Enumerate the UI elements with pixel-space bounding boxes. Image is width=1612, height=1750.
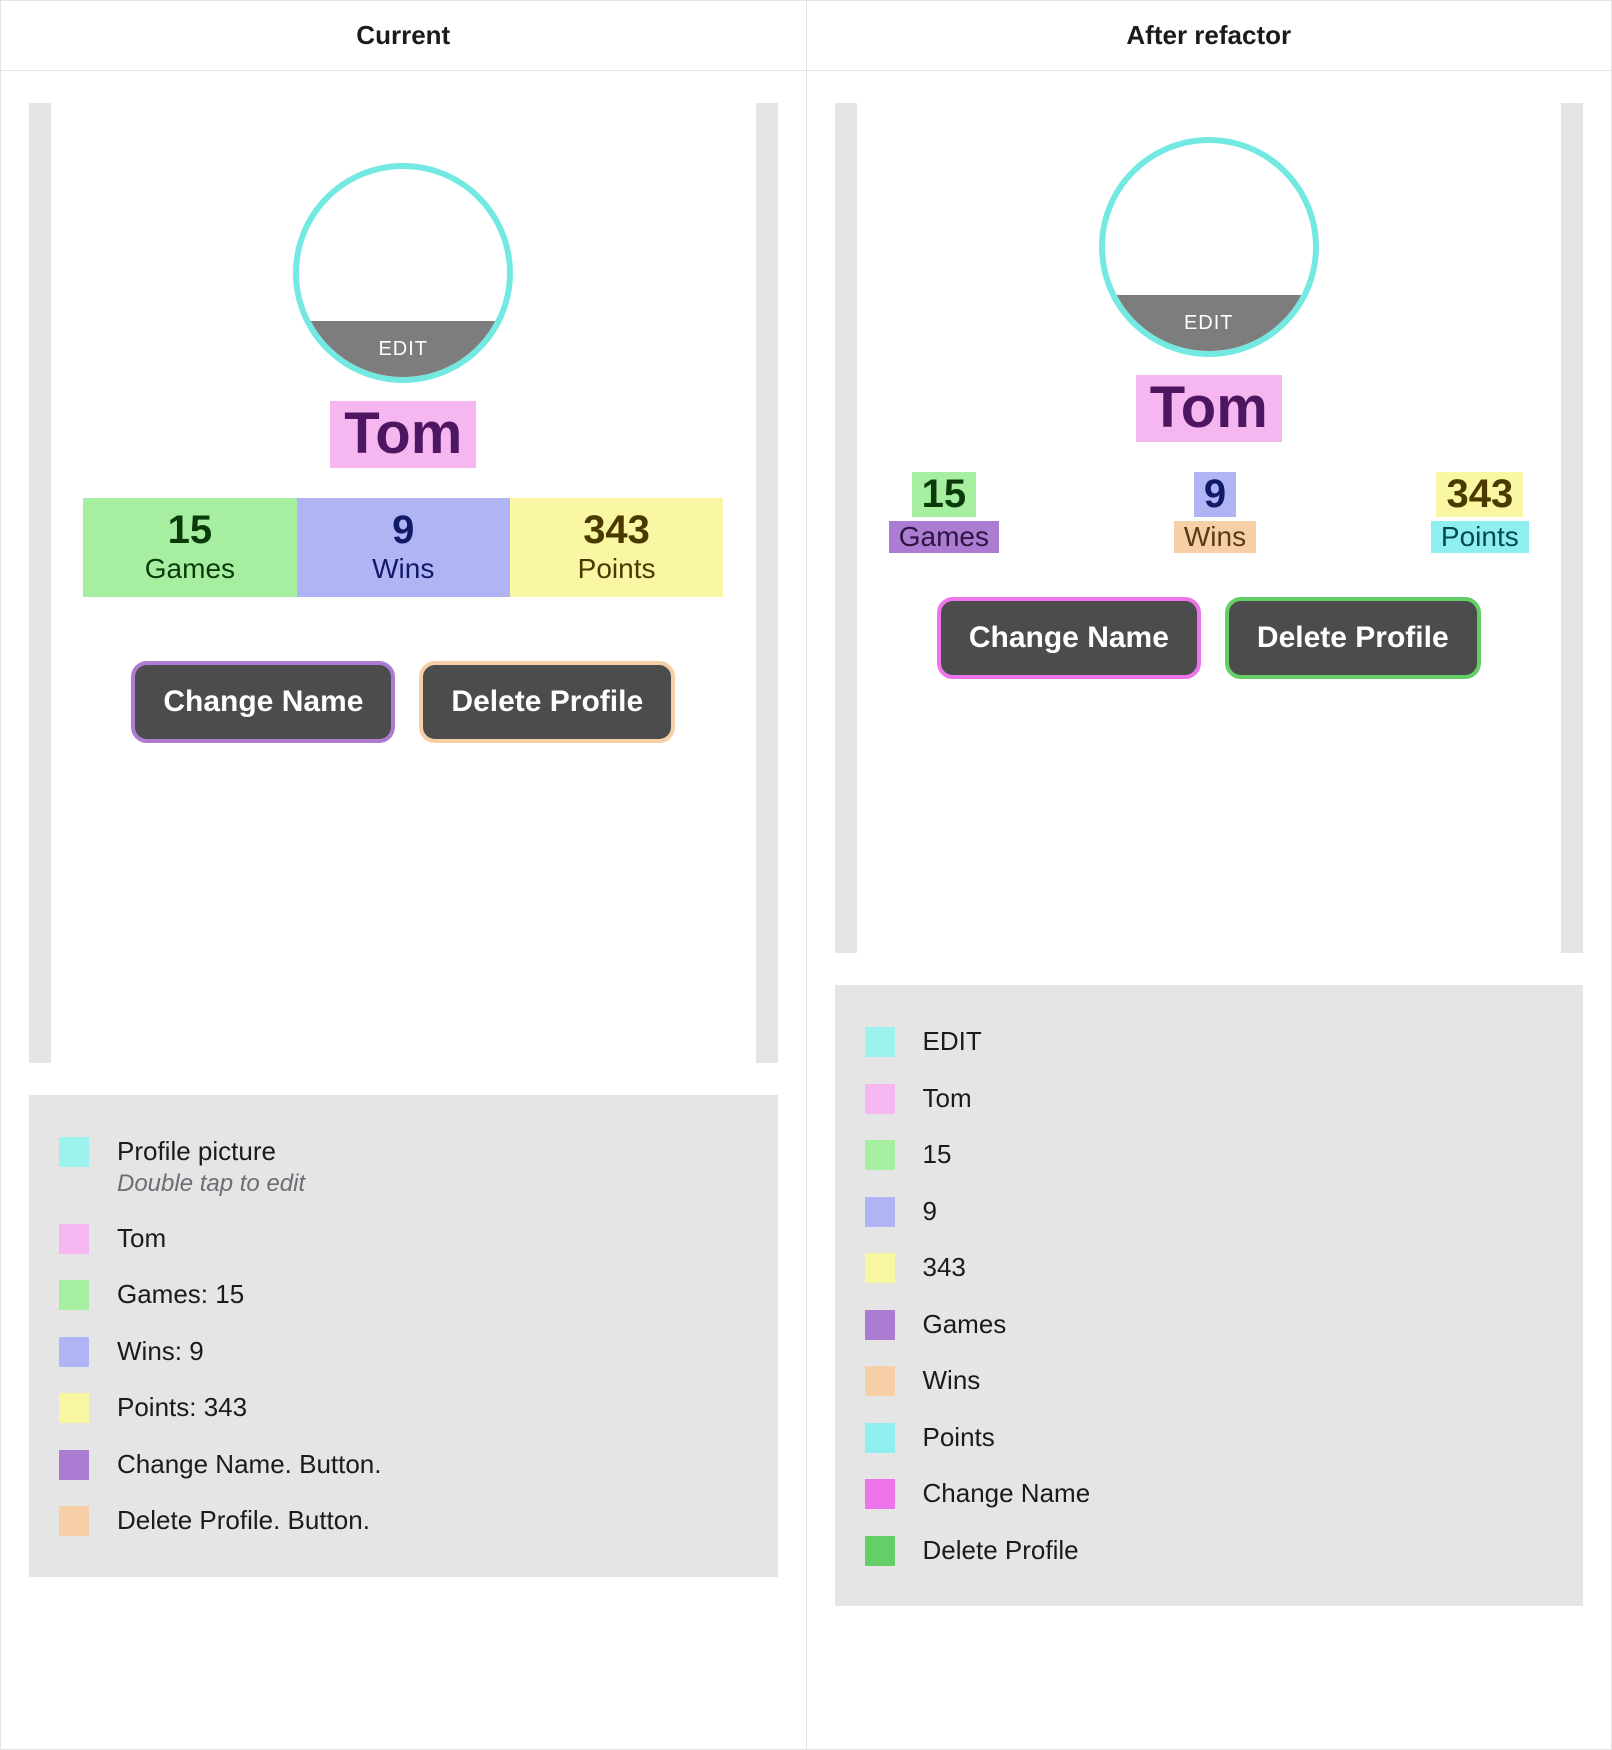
avatar[interactable]: EDIT [1099,137,1319,357]
legend-row: Tom [59,1210,748,1267]
legend-swatch [865,1366,895,1396]
stat-points: 343 Points [1431,472,1529,553]
legend-row: EDIT [865,1013,1554,1070]
legend-swatch [59,1337,89,1367]
stat-points-label: Points [1431,521,1529,553]
legend-swatch [59,1506,89,1536]
stat-games: 15 Games [889,472,999,553]
legend-row: 9 [865,1183,1554,1240]
legend-text: 15 [923,1138,952,1171]
legend-row: Wins [865,1352,1554,1409]
avatar-edit-overlay[interactable]: EDIT [1105,295,1313,351]
legend-row: Profile pictureDouble tap to edit [59,1123,748,1210]
stat-points-value: 343 [1436,472,1523,517]
legend-row: Change Name [865,1465,1554,1522]
legend-text: Wins: 9 [117,1335,204,1368]
legend-swatch [865,1027,895,1057]
delete-profile-button[interactable]: Delete Profile [1225,597,1481,679]
legend-swatch [865,1084,895,1114]
legend-swatch [865,1253,895,1283]
legend-text: Tom [923,1082,972,1115]
legend-text: Delete Profile [923,1534,1079,1567]
legend-text: Points: 343 [117,1391,247,1424]
legend-swatch [865,1197,895,1227]
legend-swatch [59,1393,89,1423]
legend-swatch [59,1224,89,1254]
legend-text: EDIT [923,1025,982,1058]
legend-row: 343 [865,1239,1554,1296]
stat-games-label: Games [889,521,999,553]
profile-name: Tom [330,401,476,468]
stat-points-label: Points [510,553,723,585]
stat-wins: 9 Wins [1174,472,1256,553]
stat-games: 15 Games [83,498,296,597]
column-after-title: After refactor [807,1,1612,71]
legend-text: Points [923,1421,995,1454]
legend-text: Wins [923,1364,981,1397]
legend-row: Change Name. Button. [59,1436,748,1493]
legend-swatch [59,1450,89,1480]
legend-row: Points [865,1409,1554,1466]
stats-row: 15 Games 9 Wins 343 Points [83,498,723,597]
legend-text: Tom [117,1222,166,1255]
change-name-button[interactable]: Change Name [937,597,1201,679]
legend-text: Change Name. Button. [117,1448,382,1481]
legend-after: EDIT Tom 15 9 343 Games Wins Points Change Name D… [835,985,1584,1606]
legend-text: Games [923,1308,1007,1341]
stat-wins-value: 9 [1194,472,1236,517]
legend-text: 9 [923,1195,937,1228]
legend-swatch [59,1280,89,1310]
legend-swatch [865,1536,895,1566]
stat-wins-label: Wins [297,553,510,585]
legend-row: Wins: 9 [59,1323,748,1380]
legend-row: Delete Profile [865,1522,1554,1579]
stat-wins-value: 9 [297,508,510,553]
legend-swatch [865,1479,895,1509]
stats-row: 15 Games 9 Wins 343 Points [889,472,1529,553]
avatar-edit-overlay[interactable]: EDIT [299,321,507,377]
buttons-row: Change Name Delete Profile [131,661,675,743]
change-name-button[interactable]: Change Name [131,661,395,743]
legend-text: Change Name [923,1477,1091,1510]
legend-row: Games [865,1296,1554,1353]
legend-swatch [865,1140,895,1170]
buttons-row: Change Name Delete Profile [937,597,1481,679]
legend-row: Tom [865,1070,1554,1127]
stat-games-value: 15 [912,472,977,517]
column-after-body: EDIT Tom 15 Games 9 Wins 343 [807,71,1612,1749]
stat-points: 343 Points [510,498,723,597]
column-after: After refactor EDIT Tom 15 Games 9 [807,0,1612,1750]
legend-current: Profile pictureDouble tap to edit Tom Game… [29,1095,778,1577]
legend-row: Points: 343 [59,1379,748,1436]
comparison-columns: Current EDIT Tom 15 Games 9 Wins [0,0,1612,1750]
legend-text: Games: 15 [117,1278,244,1311]
stat-points-value: 343 [510,508,723,553]
legend-row: Delete Profile. Button. [59,1492,748,1549]
stat-wins: 9 Wins [297,498,510,597]
legend-text: 343 [923,1251,966,1284]
legend-row: 15 [865,1126,1554,1183]
column-current-body: EDIT Tom 15 Games 9 Wins 343 [1,71,806,1749]
delete-profile-button[interactable]: Delete Profile [419,661,675,743]
phone-after: EDIT Tom 15 Games 9 Wins 343 [835,103,1584,953]
column-current-title: Current [1,1,806,71]
phone-current: EDIT Tom 15 Games 9 Wins 343 [29,103,778,1063]
legend-text: Delete Profile. Button. [117,1504,370,1537]
profile-name: Tom [1136,375,1282,442]
legend-swatch [59,1137,89,1167]
stat-wins-label: Wins [1174,521,1256,553]
legend-row: Games: 15 [59,1266,748,1323]
stat-games-label: Games [83,553,296,585]
legend-swatch [865,1423,895,1453]
legend-text: Profile pictureDouble tap to edit [117,1135,305,1198]
avatar[interactable]: EDIT [293,163,513,383]
stat-games-value: 15 [83,508,296,553]
column-current: Current EDIT Tom 15 Games 9 Wins [0,0,807,1750]
legend-swatch [865,1310,895,1340]
